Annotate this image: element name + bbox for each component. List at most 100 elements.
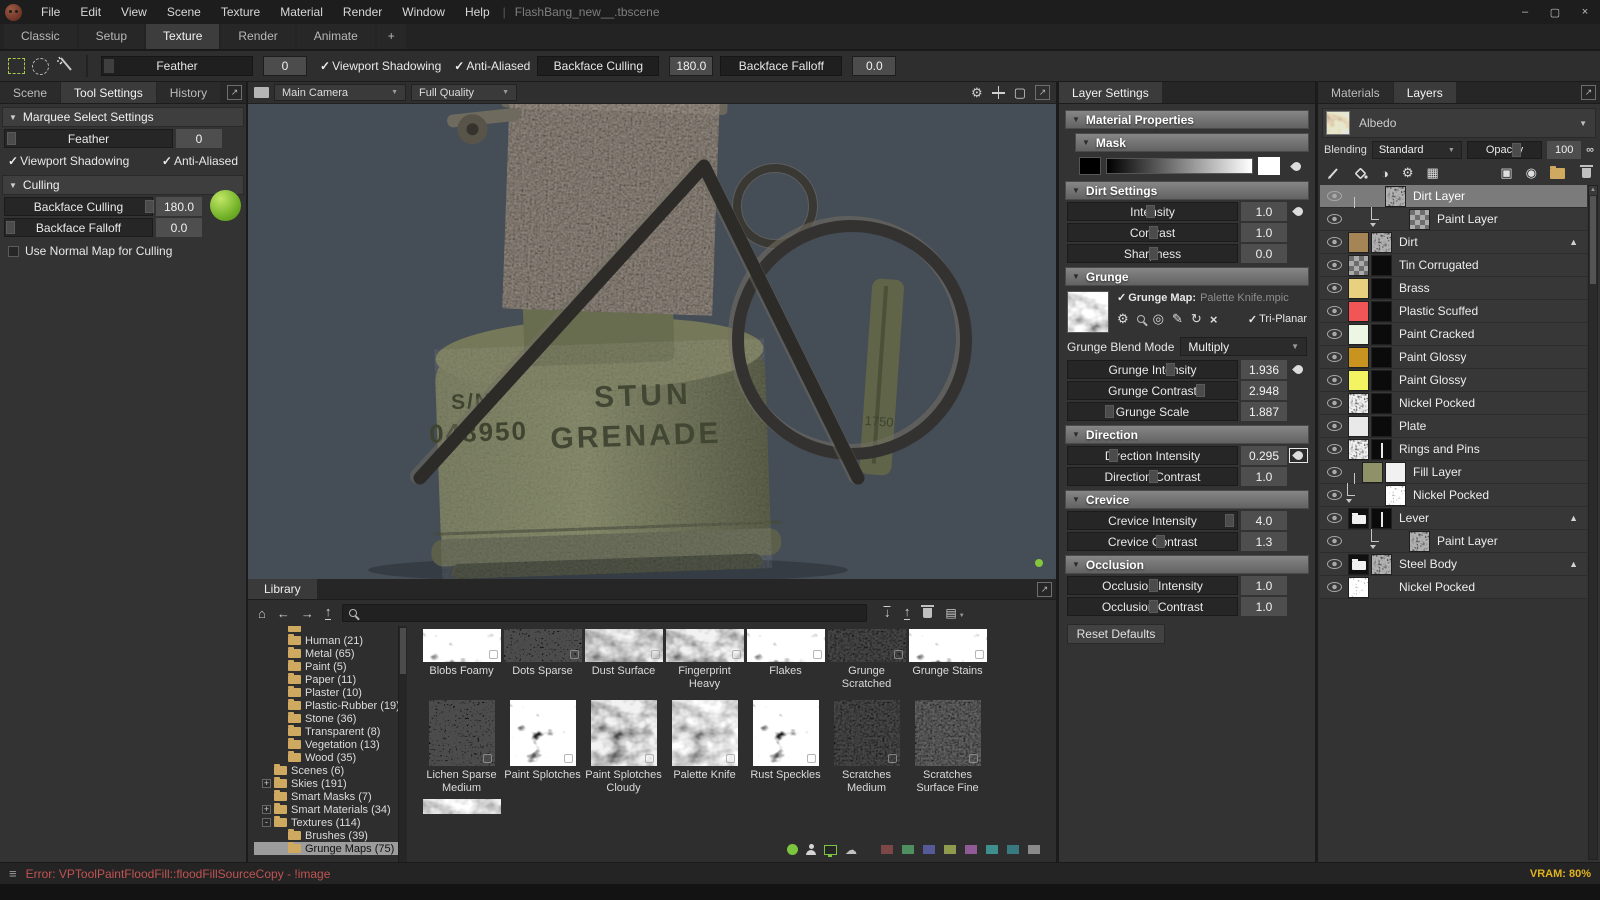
layers-panel-tab[interactable]: Layers	[1394, 82, 1456, 103]
visibility-eye-icon[interactable]	[1320, 283, 1348, 293]
value-field[interactable]: 2.948	[1241, 381, 1287, 400]
tree-expander-icon[interactable]: +	[262, 805, 271, 814]
visibility-eye-icon[interactable]	[1320, 421, 1348, 431]
value-field[interactable]: 180.0	[156, 197, 202, 216]
dirt-settings-header[interactable]: Dirt Settings	[1065, 181, 1309, 200]
layer-thumbnail[interactable]	[1385, 462, 1406, 483]
backface-culling-value-field[interactable]: 180.0	[669, 56, 713, 76]
slider-row[interactable]: Intensity 1.0	[1067, 202, 1307, 221]
texture-item[interactable]: Dust Surface	[583, 629, 664, 692]
viewport-popout-icon[interactable]	[1035, 85, 1050, 100]
slider-track[interactable]: Feather	[4, 129, 173, 148]
layer-row[interactable]: Tin Corrugated	[1320, 254, 1587, 277]
grunge-header[interactable]: Grunge	[1065, 267, 1309, 286]
value-field[interactable]: 0	[176, 129, 222, 148]
layer-thumbnail[interactable]	[1371, 508, 1392, 529]
adjust-gear-icon[interactable]: ⚙	[1402, 165, 1414, 181]
layer-thumbnail[interactable]	[1385, 485, 1406, 506]
texture-thumbnail[interactable]	[828, 629, 906, 662]
menu-item[interactable]: Scene	[157, 2, 211, 22]
slider-handle[interactable]	[1166, 363, 1175, 376]
slider-handle[interactable]	[1149, 600, 1158, 613]
tree-expander-icon[interactable]	[276, 727, 285, 736]
tree-expander-icon[interactable]: +	[262, 779, 271, 788]
import-icon[interactable]: ↑	[884, 606, 891, 620]
tree-expander-icon[interactable]: -	[262, 818, 271, 827]
backface-falloff-slider[interactable]: Backface Falloff	[720, 56, 842, 76]
slider-row[interactable]: Occlusion Contrast 1.0	[1067, 597, 1307, 616]
tree-expander-icon[interactable]	[276, 662, 285, 671]
camera-icon[interactable]	[254, 87, 269, 98]
library-popout-icon[interactable]	[1037, 582, 1052, 597]
workspace-tab[interactable]: Animate	[297, 24, 375, 49]
value-field[interactable]: 1.0	[1241, 202, 1287, 221]
texture-item[interactable]: Paint Splotches Cloudy	[583, 692, 664, 796]
layers-scrollbar[interactable]	[1588, 185, 1598, 860]
maximize-button[interactable]: ▢	[1540, 1, 1570, 24]
menu-item[interactable]: Help	[455, 2, 500, 22]
slider-handle[interactable]	[1196, 384, 1205, 397]
tree-expander-icon[interactable]	[276, 701, 285, 710]
up-level-icon[interactable]: ↑	[325, 606, 332, 620]
layer-color-swatch[interactable]	[1348, 370, 1369, 391]
layer-row[interactable]: Paint Glossy	[1320, 369, 1587, 392]
value-field[interactable]: 1.3	[1241, 532, 1287, 551]
texture-thumbnail[interactable]	[504, 629, 582, 662]
value-field[interactable]: 1.0	[1241, 576, 1287, 595]
value-field[interactable]: 1.0	[1241, 223, 1287, 242]
menu-item[interactable]: View	[111, 2, 157, 22]
layer-thumbnail[interactable]	[1371, 232, 1392, 253]
layer-color-swatch[interactable]	[1348, 416, 1369, 437]
visibility-eye-icon[interactable]	[1320, 214, 1348, 224]
layer-row[interactable]: Nickel Pocked	[1320, 576, 1587, 599]
occlusion-header[interactable]: Occlusion	[1065, 555, 1309, 574]
texture-item[interactable]: Palette Knife	[664, 692, 745, 796]
layer-color-swatch[interactable]	[1348, 508, 1369, 529]
workspace-tab[interactable]: Render	[221, 24, 294, 49]
slider-track[interactable]: Grunge Scale	[1067, 402, 1238, 421]
slider-handle[interactable]	[7, 132, 16, 145]
mask-gradient-bar[interactable]	[1106, 158, 1253, 174]
menu-item[interactable]: File	[31, 2, 70, 22]
tree-expander-icon[interactable]	[262, 792, 271, 801]
tree-expander-icon[interactable]	[276, 636, 285, 645]
slider-handle[interactable]	[6, 221, 15, 234]
slider-handle[interactable]	[1109, 449, 1118, 462]
visibility-eye-icon[interactable]	[1320, 306, 1348, 316]
grunge-edit-pencil-icon[interactable]: ✎	[1172, 311, 1183, 327]
layer-color-swatch[interactable]	[1348, 232, 1369, 253]
color-tag-swatch[interactable]	[902, 845, 914, 854]
slider-row[interactable]: Crevice Intensity 4.0	[1067, 511, 1307, 530]
layer-row[interactable]: Rings and Pins	[1320, 438, 1587, 461]
slider-handle[interactable]	[1156, 535, 1165, 548]
checker-icon[interactable]: ▦	[1427, 165, 1439, 181]
contrast-icon[interactable]: ◑	[1381, 166, 1389, 181]
texture-item[interactable]: Grunge Stains	[907, 629, 988, 692]
workspace-tab[interactable]: +	[377, 24, 406, 49]
color-tag-swatch[interactable]	[965, 845, 977, 854]
feather-slider[interactable]: Feather	[101, 56, 253, 76]
slider-row[interactable]: Crevice Contrast 1.3	[1067, 532, 1307, 551]
menu-item[interactable]: Material	[270, 2, 333, 22]
blending-select[interactable]: Standard	[1372, 141, 1462, 159]
workspace-tab[interactable]: Setup	[79, 24, 144, 49]
menu-item[interactable]: Window	[392, 2, 455, 22]
value-field[interactable]: 1.0	[1241, 467, 1287, 486]
texture-item[interactable]: Blobs Foamy	[421, 629, 502, 692]
checkbox-icon[interactable]	[8, 246, 19, 257]
grunge-blend-mode-select[interactable]: Multiply	[1180, 337, 1307, 356]
ellipse-select-icon[interactable]	[32, 58, 49, 75]
slider-handle[interactable]	[1105, 405, 1114, 418]
forward-icon[interactable]: →	[301, 606, 314, 621]
layer-row[interactable]: Steel Body ▲	[1320, 553, 1587, 576]
slider-row[interactable]: Backface Falloff 0.0	[4, 218, 202, 237]
texture-thumbnail[interactable]	[429, 700, 495, 766]
crevice-header[interactable]: Crevice	[1065, 490, 1309, 509]
paint-brush-icon[interactable]	[1327, 166, 1341, 180]
slider-track[interactable]: Direction Intensity	[1067, 446, 1238, 465]
grunge-refresh-icon[interactable]: ↻	[1191, 311, 1202, 327]
layer-row[interactable]: Fill Layer	[1320, 461, 1587, 484]
library-folder-item[interactable]: Plastic-Rubber (19)	[254, 699, 398, 712]
layer-thumbnail[interactable]	[1371, 324, 1392, 345]
use-normal-map-checkbox[interactable]: Use Normal Map for Culling	[0, 239, 246, 263]
